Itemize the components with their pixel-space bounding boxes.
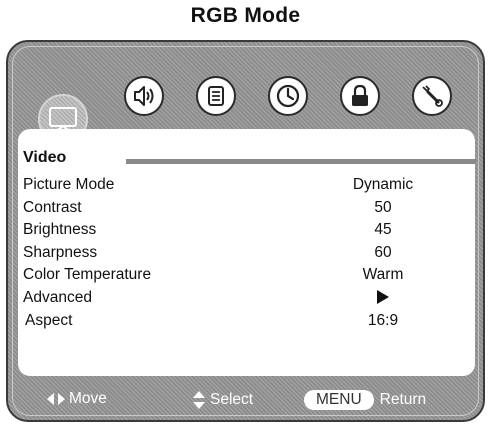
hint-move: Move [46,390,107,408]
left-right-arrows-icon [47,393,65,405]
hint-return: MENU Return [304,390,426,410]
hint-move-label: Move [69,390,107,407]
menu-item-label: Color Temperature [23,266,152,283]
tab-setup[interactable] [412,76,452,116]
section-title: Video [23,149,67,166]
tab-channel[interactable] [196,76,236,116]
osd-menu-frame: Video Picture Mode Dynamic Contrast 50 B… [6,40,485,422]
menu-item-picture-mode[interactable]: Picture Mode Dynamic [23,176,463,196]
menu-item-label: Brightness [23,221,97,238]
menu-item-value: Dynamic [352,176,414,193]
menu-item-label: Aspect [25,312,73,329]
hint-select: Select [192,390,253,410]
footer-hint-bar: Move Select MENU Return [8,388,483,414]
menu-item-value: 16:9 [367,312,399,329]
clock-icon [276,84,300,108]
menu-item-label: Contrast [23,199,82,216]
menu-item-label: Advanced [23,289,92,306]
menu-item-sharpness[interactable]: Sharpness 60 [23,244,463,264]
hint-return-label: Return [379,391,427,408]
tab-time[interactable] [268,76,308,116]
menu-item-value: Warm [362,266,404,283]
menu-item-aspect[interactable]: Aspect 16:9 [25,312,465,332]
menu-item-contrast[interactable]: Contrast 50 [23,199,463,219]
document-icon [208,86,224,106]
menu-item-value [323,289,443,307]
menu-item-color-temperature[interactable]: Color Temperature Warm [23,266,463,286]
wrench-icon [422,85,443,107]
section-divider [126,159,476,164]
tab-audio[interactable] [124,76,164,116]
menu-item-value: 50 [374,199,392,216]
tab-lock[interactable] [340,76,380,116]
hint-select-label: Select [210,391,254,408]
menu-item-advanced[interactable]: Advanced [23,289,463,309]
menu-item-label: Sharpness [23,244,98,261]
play-arrow-icon [377,290,389,304]
menu-item-value: 45 [374,221,392,238]
menu-item-value: 60 [374,244,392,261]
up-down-arrows-icon [193,391,205,409]
menu-item-label: Picture Mode [23,176,115,193]
menu-content-panel: Video Picture Mode Dynamic Contrast 50 B… [18,129,476,376]
menu-item-brightness[interactable]: Brightness 45 [23,221,463,241]
menu-key-badge: MENU [304,390,374,410]
lock-icon [352,84,368,106]
speaker-icon [134,86,154,106]
page-title: RGB Mode [190,4,301,27]
